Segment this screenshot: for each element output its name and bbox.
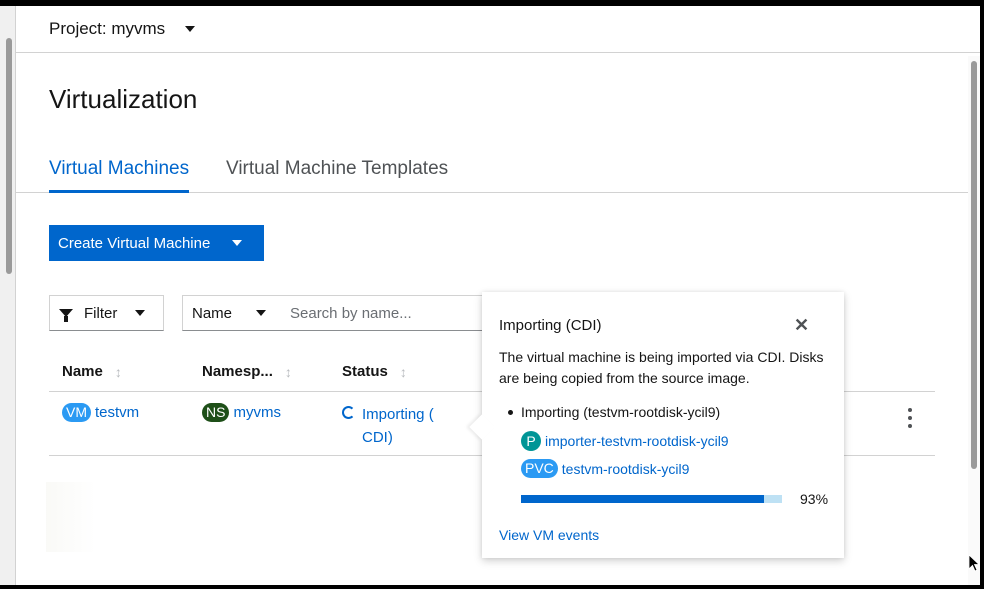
filter-label: Filter [84,304,118,322]
import-item-label: Importing (testvm-rootdisk-ycil9) [521,404,721,420]
project-selector[interactable]: Project: myvms [49,19,196,39]
filter-icon [59,309,73,322]
app-frame: Project: myvms Virtualization Virtual Ma… [0,6,980,585]
popover-description: The virtual machine is being imported vi… [499,349,824,386]
caret-down-icon [135,310,146,316]
pvc-badge: PVC [521,459,558,478]
column-header-label: Name [62,363,103,380]
popover-title: Importing (CDI) [499,317,602,334]
rendering-artifact [46,482,170,552]
caret-down-icon [185,26,196,32]
filter-type-select[interactable]: Name [182,295,282,331]
import-progress-label: 93% [800,491,829,507]
ns-badge: NS [202,403,230,422]
vm-name-link[interactable]: testvm [95,404,139,421]
status-link[interactable]: Importing ( CDI) [362,403,452,449]
import-status-popover: Importing (CDI) ✕ The virtual machine is… [482,292,844,558]
tab-virtual-machines[interactable]: Virtual Machines [49,158,190,193]
pvc-link[interactable]: testvm-rootdisk-ycil9 [562,461,690,477]
sort-icon: ↕ [284,363,292,380]
mouse-cursor-icon [969,555,979,572]
search-input[interactable] [281,295,491,331]
view-vm-events-link[interactable]: View VM events [499,527,599,543]
importer-pod: P importer-testvm-rootdisk-ycil9 [521,431,729,451]
column-header-label: Namesp... [202,363,273,380]
project-selector-label: Project: myvms [49,19,166,38]
import-item: Importing (testvm-rootdisk-ycil9) [508,404,720,420]
column-header-name[interactable]: Name ↕ [62,363,122,380]
sort-icon: ↕ [114,363,122,380]
import-progress-fill [521,495,764,503]
table-cell-namespace: NS myvms [202,403,281,422]
caret-down-icon [232,240,243,246]
main-scrollbar-thumb[interactable] [971,61,977,469]
tab-bar: Virtual Machines Virtual Machine Templat… [16,146,968,193]
pod-link[interactable]: importer-testvm-rootdisk-ycil9 [545,433,729,449]
tab-virtual-machine-templates[interactable]: Virtual Machine Templates [226,158,448,190]
kebab-icon[interactable] [905,408,915,428]
pvc-item: PVC testvm-rootdisk-ycil9 [521,459,689,478]
close-icon[interactable]: ✕ [794,316,809,334]
pod-badge: P [521,431,541,451]
spinner-icon [342,406,355,419]
column-header-namespace[interactable]: Namesp... ↕ [202,363,292,380]
vm-badge: VM [62,403,91,422]
left-scrollbar-thumb[interactable] [6,38,12,274]
bullet-icon [508,409,513,415]
import-progress-bar [521,495,782,503]
page-title: Virtualization [49,84,198,114]
left-edge [0,6,16,585]
table-cell-status: Importing ( CDI) [342,403,452,449]
column-header-status[interactable]: Status ↕ [342,363,407,380]
create-virtual-machine-button[interactable]: Create Virtual Machine [49,225,264,261]
table-cell-name: VM testvm [62,403,139,422]
namespace-link[interactable]: myvms [233,404,281,421]
caret-down-icon [256,310,267,316]
project-bar: Project: myvms [16,6,980,53]
create-virtual-machine-label: Create Virtual Machine [58,234,211,252]
column-header-label: Status [342,363,388,380]
sort-icon: ↕ [399,363,407,380]
filter-dropdown[interactable]: Filter [49,295,164,331]
filter-type-label: Name [192,304,233,322]
